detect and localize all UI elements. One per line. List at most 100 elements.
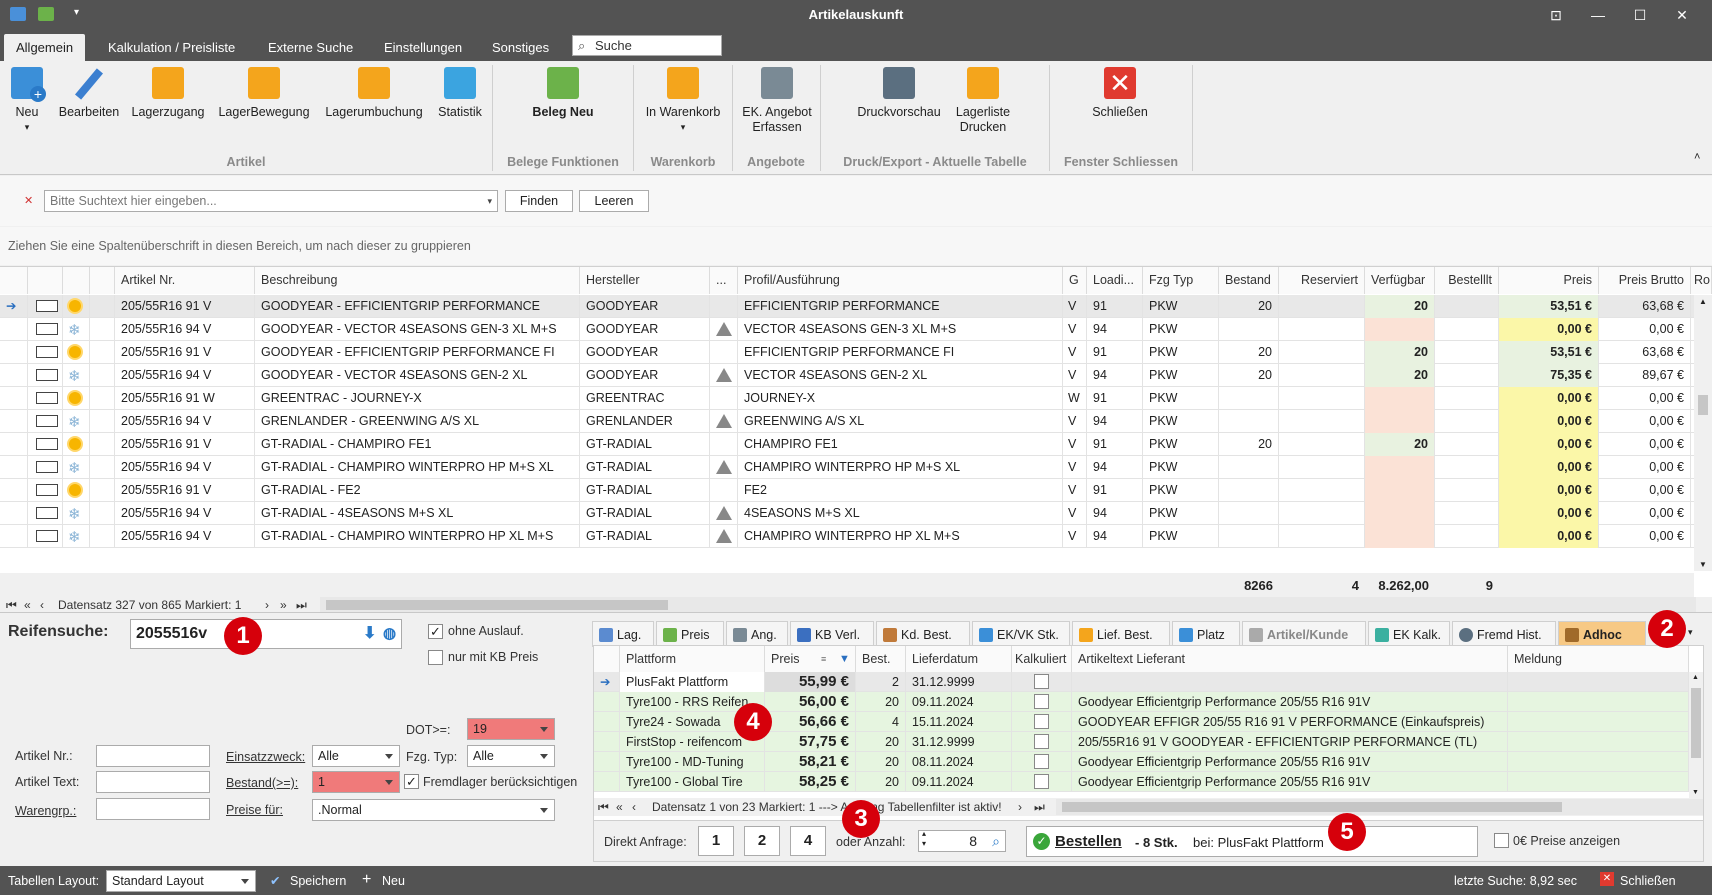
sg-cell-kalkuliert[interactable]	[1012, 752, 1072, 772]
row-checkbox[interactable]	[36, 461, 58, 473]
tab-einstellungen[interactable]: Einstellungen	[372, 34, 474, 61]
quantity-1-button[interactable]: 1	[698, 826, 734, 856]
table-row[interactable]: ❄ 205/55R16 94 V GT-RADIAL - CHAMPIRO WINT…	[0, 456, 1694, 479]
sg-nav-first-icon[interactable]: ⏮	[598, 798, 609, 816]
scroll-down-icon[interactable]: ▼	[1699, 560, 1707, 569]
minimize-button[interactable]: —	[1580, 4, 1616, 26]
row-checkbox[interactable]	[36, 300, 58, 312]
quantity-2-button[interactable]: 2	[744, 826, 780, 856]
table-row[interactable]: 205/55R16 91 V GT-RADIAL - FE2 GT-RADIAL FE…	[0, 479, 1694, 502]
row-checkbox[interactable]	[36, 438, 58, 450]
row-select-cell[interactable]	[28, 387, 63, 410]
finden-button[interactable]: Finden	[505, 190, 573, 212]
scroll-thumb[interactable]	[1698, 395, 1708, 415]
neu-status-button[interactable]: Neu	[382, 874, 405, 888]
in-warenkorb-button[interactable]: In Warenkorb ▾	[640, 67, 726, 135]
row-select-cell[interactable]	[28, 456, 63, 479]
horizontal-scrollbar[interactable]	[320, 597, 1696, 613]
kalkuliert-checkbox[interactable]	[1034, 714, 1049, 729]
row-select-cell[interactable]	[28, 525, 63, 548]
row-checkbox[interactable]	[36, 530, 58, 542]
sg-scroll-thumb[interactable]	[1691, 688, 1701, 758]
row-select-cell[interactable]	[28, 318, 63, 341]
sg-scroll-up-icon[interactable]: ▲	[1692, 674, 1699, 681]
download-arrow-icon[interactable]: ⬇	[363, 620, 376, 648]
sg-cell-kalkuliert[interactable]	[1012, 732, 1072, 752]
stepper-arrows-icon[interactable]: ▴ ▾	[922, 829, 926, 849]
tab-lag[interactable]: Lag.	[592, 621, 654, 647]
close-window-button[interactable]: ✕	[1664, 4, 1700, 26]
table-row[interactable]: ❄ 205/55R16 94 V GT-RADIAL - CHAMPIRO WINT…	[0, 525, 1694, 548]
row-select-cell[interactable]	[28, 341, 63, 364]
table-row[interactable]: 205/55R16 91 W GREENTRAC - JOURNEY-X GREEN…	[0, 387, 1694, 410]
supplier-row[interactable]: Tyre100 - MD-Tuning 58,21 €20 08.11.2024 Go…	[594, 752, 1689, 772]
row-checkbox[interactable]	[36, 507, 58, 519]
bearbeiten-button[interactable]: Bearbeiten	[56, 67, 122, 120]
anzahl-stepper[interactable]: ▴ ▾ 8 ⌕	[918, 829, 1006, 852]
tab-allgemein[interactable]: Allgemein	[4, 34, 86, 61]
bestand-select[interactable]: 1	[312, 771, 400, 793]
lagerumbuchung-button[interactable]: Lagerumbuchung	[322, 67, 426, 120]
sg-nav-prev-page-icon[interactable]: «	[616, 798, 623, 816]
table-row[interactable]: 205/55R16 91 V GOODYEAR - EFFICIENTGRIP P…	[0, 341, 1694, 364]
dot-select[interactable]: 19	[467, 718, 555, 740]
einsatzzweck-select[interactable]: Alle	[312, 745, 400, 767]
lagerbewegung-button[interactable]: LagerBewegung	[216, 67, 312, 120]
supplier-row[interactable]: ➔ PlusFakt Plattform 55,99 €2 31.12.9999	[594, 672, 1689, 692]
ohne-auslauf-checkbox[interactable]: ✓	[428, 624, 443, 639]
speichern-button[interactable]: Speichern	[290, 874, 346, 888]
fzg-typ-select[interactable]: Alle	[467, 745, 555, 767]
vertical-scrollbar[interactable]: ▲ ▼	[1694, 295, 1712, 571]
sg-cell-kalkuliert[interactable]	[1012, 712, 1072, 732]
artikel-text-input[interactable]	[96, 771, 210, 793]
nur-kb-checkbox[interactable]	[428, 650, 443, 665]
warengrp-input[interactable]	[96, 798, 210, 820]
beleg-neu-button[interactable]: Beleg Neu	[520, 67, 606, 120]
tab-externe-suche[interactable]: Externe Suche	[256, 34, 365, 61]
leeren-button[interactable]: Leeren	[579, 190, 649, 212]
sg-cell-kalkuliert[interactable]	[1012, 672, 1072, 692]
chevron-down-icon[interactable]: ▾	[487, 191, 492, 211]
row-select-cell[interactable]	[28, 295, 63, 318]
tab-platz[interactable]: Platz	[1172, 621, 1240, 647]
table-row[interactable]: ➔ 205/55R16 91 V GOODYEAR - EFFICIENTGRIP …	[0, 295, 1694, 318]
kalkuliert-checkbox[interactable]	[1034, 754, 1049, 769]
collapse-ribbon-icon[interactable]: ˄	[1694, 151, 1700, 163]
tab-fremd-hist[interactable]: Fremd Hist.	[1452, 621, 1556, 647]
preise-fuer-select[interactable]: .Normal	[312, 799, 555, 821]
col-ro[interactable]: Ro	[1691, 267, 1712, 294]
artikel-nr-input[interactable]	[96, 745, 210, 767]
sg-cell-kalkuliert[interactable]	[1012, 692, 1072, 712]
fremdlager-checkbox[interactable]: ✓	[404, 774, 419, 789]
row-checkbox[interactable]	[36, 323, 58, 335]
group-panel-hint[interactable]: Ziehen Sie eine Spaltenüberschrift in di…	[0, 227, 1712, 265]
row-select-cell[interactable]	[28, 433, 63, 456]
hscroll-thumb[interactable]	[326, 600, 668, 610]
tab-sonstiges[interactable]: Sonstiges	[480, 34, 561, 61]
sg-horizontal-scrollbar[interactable]	[1056, 799, 1703, 815]
schliessen-status-button[interactable]: Schließen	[1620, 874, 1676, 888]
tabs-overflow-icon[interactable]: ▾	[1688, 627, 1693, 638]
reifensuche-input[interactable]: 2055516v ⬇ ◍	[130, 619, 402, 649]
row-checkbox[interactable]	[36, 392, 58, 404]
tab-kalkulation[interactable]: Kalkulation / Preisliste	[96, 34, 247, 61]
search-icon[interactable]: ⌕	[992, 831, 1000, 851]
row-select-cell[interactable]	[28, 410, 63, 433]
tab-ang[interactable]: Ang.	[726, 621, 788, 647]
neu-button[interactable]: + Neu ▾	[6, 67, 48, 135]
druckvorschau-button[interactable]: Druckvorschau	[854, 67, 944, 120]
tab-ek-kalk[interactable]: EK Kalk.	[1368, 621, 1450, 647]
table-row[interactable]: ❄ 205/55R16 94 V GT-RADIAL - 4SEASONS M+S …	[0, 502, 1694, 525]
layout-select[interactable]: Standard Layout	[106, 870, 256, 892]
lagerliste-button[interactable]: Lagerliste Drucken	[948, 67, 1018, 135]
row-select-cell[interactable]	[28, 479, 63, 502]
globe-icon[interactable]: ◍	[383, 620, 396, 648]
table-row[interactable]: ❄ 205/55R16 94 V GOODYEAR - VECTOR 4SEASON…	[0, 364, 1694, 387]
sg-nav-prev-icon[interactable]: ‹	[632, 798, 636, 816]
ribbon-search-input[interactable]: ⌕ Suche	[572, 35, 722, 56]
table-row[interactable]: ❄ 205/55R16 94 V GOODYEAR - VECTOR 4SEASON…	[0, 318, 1694, 341]
clear-filter-icon[interactable]: ✕	[24, 194, 33, 207]
tab-artikel-kunde[interactable]: Artikel/Kunde	[1242, 621, 1366, 647]
null-preise-checkbox[interactable]	[1494, 833, 1509, 848]
sg-hscroll-thumb[interactable]	[1062, 802, 1562, 812]
